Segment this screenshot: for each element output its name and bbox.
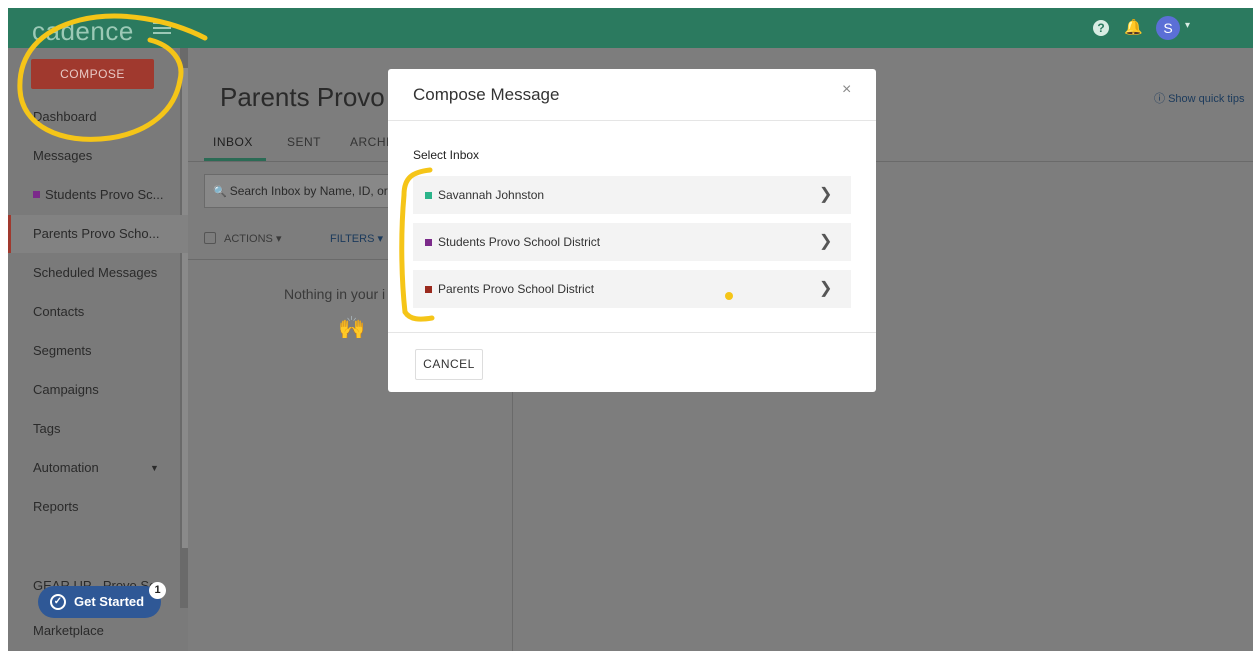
help-icon[interactable]: ?	[1093, 20, 1109, 36]
check-circle-icon: ✓	[50, 594, 66, 610]
inbox-option-parents-provo[interactable]: Parents Provo School District ❯	[413, 270, 851, 308]
actions-dropdown[interactable]: ACTIONS ▾	[204, 232, 281, 245]
chevron-right-icon: ❯	[819, 186, 833, 203]
select-all-checkbox[interactable]	[204, 232, 216, 244]
divider	[388, 120, 876, 121]
sidebar-item-automation[interactable]: Automation ▼	[8, 449, 188, 487]
hamburger-menu-icon[interactable]	[153, 22, 171, 34]
compose-message-modal: Compose Message × Select Inbox Savannah …	[388, 69, 876, 392]
actions-label: ACTIONS	[224, 233, 273, 245]
search-icon: 🔍	[213, 186, 227, 198]
avatar[interactable]: S	[1156, 16, 1180, 40]
chevron-right-icon: ❯	[819, 233, 833, 250]
inbox-option-label: Students Provo School District	[438, 235, 601, 249]
empty-state-text: Nothing in your i	[284, 286, 386, 302]
inbox-color-square	[33, 191, 40, 198]
inbox-option-savannah-johnston[interactable]: Savannah Johnston ❯	[413, 176, 851, 214]
sidebar-item-parents-inbox[interactable]: Parents Provo Scho...	[8, 215, 188, 253]
sidebar-item-campaigns[interactable]: Campaigns	[8, 371, 188, 409]
sidebar-item-messages[interactable]: Messages	[8, 137, 188, 175]
chevron-right-icon: ❯	[819, 280, 833, 297]
get-started-button[interactable]: ✓ Get Started	[38, 586, 161, 618]
search-placeholder: Search Inbox by Name, ID, or	[229, 184, 388, 198]
inbox-color-square	[425, 192, 432, 199]
inbox-option-students-provo[interactable]: Students Provo School District ❯	[413, 223, 851, 261]
sidebar-item-scheduled-messages[interactable]: Scheduled Messages	[8, 254, 188, 292]
notification-badge: 1	[149, 582, 166, 599]
sidebar-item-segments[interactable]: Segments	[8, 332, 188, 370]
sidebar-item-dashboard[interactable]: Dashboard	[8, 98, 188, 136]
top-bar: cadence ? 🔔 S ▾	[8, 8, 1253, 48]
app-frame: cadence ? 🔔 S ▾ COMPOSE Dashboard Messag…	[8, 8, 1253, 651]
chevron-down-icon[interactable]: ▾	[1185, 20, 1190, 31]
inbox-option-label: Parents Provo School District	[438, 282, 595, 296]
app-logo[interactable]: cadence	[32, 16, 134, 47]
modal-title: Compose Message	[413, 85, 560, 104]
search-input[interactable]: 🔍 Search Inbox by Name, ID, or	[204, 174, 394, 208]
sidebar-item-contacts[interactable]: Contacts	[8, 293, 188, 331]
inbox-color-square	[425, 239, 432, 246]
chevron-down-icon: ▼	[150, 463, 159, 473]
get-started-label: Get Started	[74, 594, 145, 609]
inbox-color-square	[425, 286, 432, 293]
sidebar-item-tags[interactable]: Tags	[8, 410, 188, 448]
select-inbox-label: Select Inbox	[413, 148, 480, 162]
tab-sent[interactable]: SENT	[287, 135, 321, 149]
filters-label: FILTERS	[330, 233, 375, 245]
page-title: Parents Provo S	[220, 82, 410, 112]
sidebar-item-label: Automation	[33, 460, 99, 475]
cancel-button[interactable]: CANCEL	[415, 349, 483, 380]
sidebar-item-reports[interactable]: Reports	[8, 488, 188, 526]
raised-hands-icon: 🙌	[338, 315, 366, 340]
close-icon[interactable]: ×	[842, 81, 851, 99]
compose-button[interactable]: COMPOSE	[31, 59, 154, 89]
filters-dropdown[interactable]: FILTERS ▾	[330, 232, 383, 245]
info-icon: ⓘ	[1154, 93, 1169, 105]
bell-icon[interactable]: 🔔	[1124, 18, 1143, 36]
tab-inbox[interactable]: INBOX	[213, 135, 253, 149]
divider	[388, 332, 876, 333]
sidebar-item-students-inbox[interactable]: Students Provo Sc...	[8, 176, 188, 214]
show-quick-tips-link[interactable]: ⓘ Show quick tips	[1154, 90, 1245, 106]
inbox-option-label: Savannah Johnston	[438, 188, 545, 202]
quick-tips-label: Show quick tips	[1168, 93, 1245, 105]
sidebar-item-label: Students Provo Sc...	[45, 187, 164, 202]
